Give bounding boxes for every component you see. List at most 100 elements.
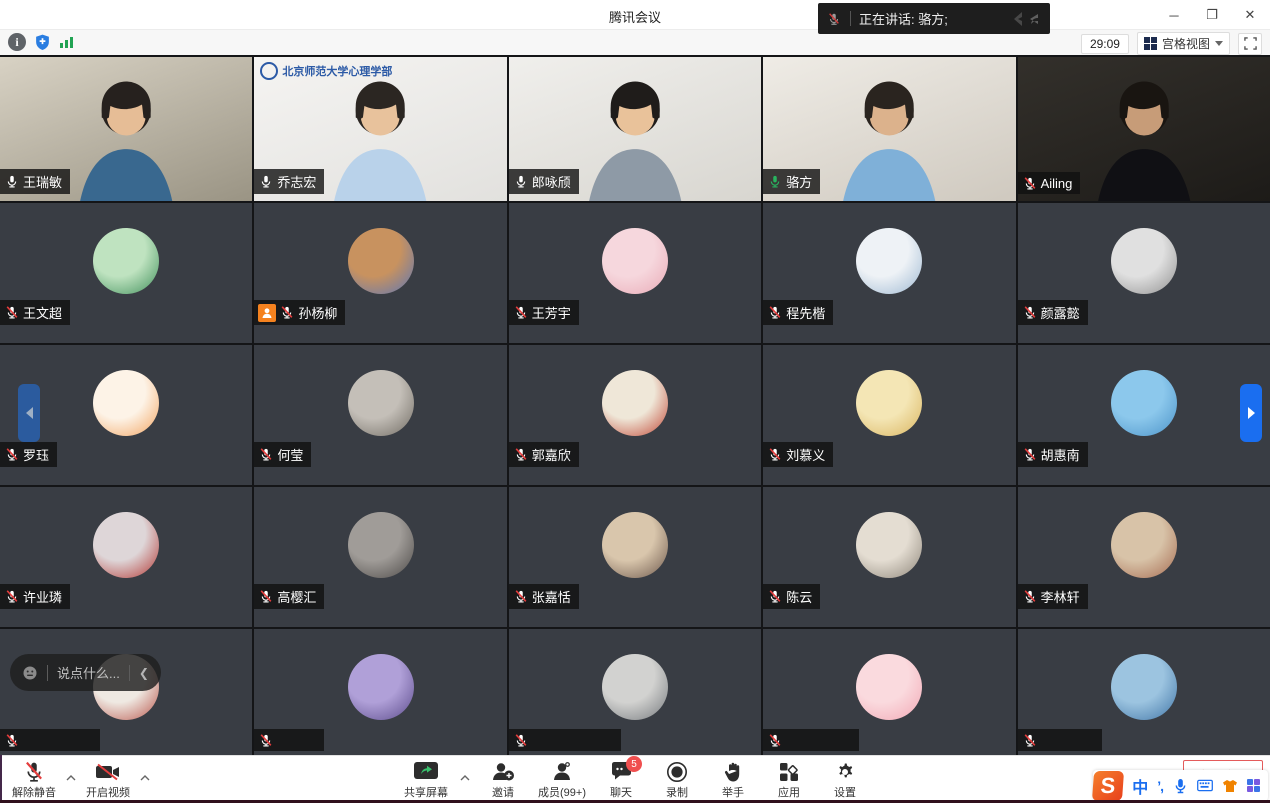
participant-name-label [509,729,621,751]
quick-chat-widget[interactable]: 说点什么... ❮ [10,654,161,691]
minimize-button[interactable]: ─ [1160,3,1188,27]
toolbar-button-label: 成员(99+) [538,784,586,800]
participant-tile[interactable] [509,629,761,769]
chat-widget-divider [47,665,48,681]
participant-tile[interactable]: 何莹 [254,345,506,485]
toolbar-button-chat[interactable]: 聊天5 [596,758,646,800]
soft-keyboard-icon[interactable] [1197,778,1213,794]
participant-name: 王文超 [23,303,62,322]
meeting-timer: 29:09 [1081,34,1129,54]
mic-status-icon [767,732,783,748]
participant-tile[interactable]: Ailing [1018,57,1270,201]
participant-tile[interactable]: 张嘉恬 [509,487,761,627]
participant-tile[interactable]: 北京师范大学心理学部乔志宏 [254,57,506,201]
participant-name: 颜露懿 [1041,303,1080,322]
chat-input[interactable]: 说点什么... [57,663,120,682]
mic-status-icon [4,174,20,190]
next-page-button[interactable] [1240,384,1262,442]
avatar [856,654,922,720]
titlebar: 腾讯会议 ─ ❐ ✕ [0,0,1270,30]
toolbar-button-settings[interactable]: 设置 [820,758,870,800]
participant-name: 郎咏颀 [532,172,571,191]
security-shield-icon[interactable] [34,32,51,52]
participant-tile[interactable]: 李林轩 [1018,487,1270,627]
view-mode-selector[interactable]: 宫格视图 [1137,32,1230,55]
avatar [1111,654,1177,720]
close-button[interactable]: ✕ [1236,3,1264,27]
chevron-up-icon[interactable] [64,766,78,788]
participant-tile[interactable]: 骆方 [763,57,1015,201]
chevron-up-icon[interactable] [138,766,152,788]
toolbar-button-raise-hand[interactable]: 举手 [708,758,758,800]
participant-tile[interactable]: 王文超 [0,203,252,343]
ime-punctuation-toggle[interactable]: ’, [1157,778,1163,794]
participant-tile[interactable]: 陈云 [763,487,1015,627]
record-icon [666,760,688,783]
participant-tile[interactable]: 孙杨柳 [254,203,506,343]
banner-nav-arrows-icon[interactable] [1008,10,1042,28]
share-screen-icon [413,760,439,783]
sogou-logo-icon[interactable]: S [1092,771,1124,801]
participant-name-label: 乔志宏 [254,169,324,194]
participant-tile[interactable]: 郭嘉欣 [509,345,761,485]
collapse-chat-icon[interactable]: ❮ [139,666,149,680]
participant-name-label: 刘慕义 [763,442,833,467]
participant-tile[interactable]: 许业璘 [0,487,252,627]
participant-tile[interactable] [763,629,1015,769]
toolbar-button-apps[interactable]: 应用 [764,758,814,800]
host-badge-icon [258,304,276,322]
ime-toolbox-icon[interactable] [1247,779,1260,792]
participant-tile[interactable]: 胡惠南 [1018,345,1270,485]
avatar [1111,512,1177,578]
participant-name: 王瑞敏 [23,172,62,191]
toolbar-button-members[interactable]: 成员(99+) [534,758,590,800]
toolbar-button-label: 开启视频 [86,784,130,800]
participant-tile[interactable]: 刘慕义 [763,345,1015,485]
mic-status-icon [258,589,274,605]
fullscreen-button[interactable] [1238,33,1262,55]
participant-tile[interactable] [0,629,252,769]
participant-tile[interactable]: 王瑞敏 [0,57,252,201]
toolbar-button-record[interactable]: 录制 [652,758,702,800]
mic-status-icon [513,174,529,190]
previous-page-button[interactable] [18,384,40,442]
participant-name-label: 许业璘 [0,584,70,609]
participant-tile[interactable] [254,629,506,769]
avatar [602,228,668,294]
emoji-icon[interactable] [22,665,38,681]
participant-tile[interactable]: 郎咏颀 [509,57,761,201]
toolbar-button-label: 共享屏幕 [404,784,448,800]
participant-name-label: 程先楷 [763,300,833,325]
chevron-right-icon [1248,407,1255,419]
status-right: 29:09 宫格视图 [1081,32,1262,55]
participant-name: 刘慕义 [786,445,825,464]
chevron-up-icon[interactable] [458,766,472,788]
participant-name: 张嘉恬 [532,587,571,606]
toolbar-button-camera-off[interactable]: 开启视频 [82,758,134,800]
mic-muted-icon [826,11,842,27]
participant-tile[interactable]: 高樱汇 [254,487,506,627]
participant-tile[interactable]: 程先楷 [763,203,1015,343]
ime-language-toggle[interactable]: 中 [1132,774,1148,798]
camera-off-icon [95,760,121,783]
meeting-info-icon[interactable]: i [8,33,26,51]
mic-status-icon [4,589,20,605]
participant-name: 乔志宏 [277,172,316,191]
participant-tile[interactable]: 颜露懿 [1018,203,1270,343]
raise-hand-icon [723,760,743,783]
participant-tile[interactable]: 王芳宇 [509,203,761,343]
toolbar-button-label: 举手 [722,784,744,800]
statusbar: i 29:09 宫格视图 [0,30,1270,55]
toolbar-button-invite[interactable]: 邀请 [478,758,528,800]
toolbar-button-share-screen[interactable]: 共享屏幕 [400,758,452,800]
participant-tile[interactable] [1018,629,1270,769]
mic-status-icon [767,174,783,190]
ime-skin-icon[interactable] [1222,778,1238,794]
restore-button[interactable]: ❐ [1198,3,1226,27]
participant-name: 王芳宇 [532,303,571,322]
voice-input-icon[interactable] [1172,778,1188,794]
toolbar-button-mic-muted[interactable]: 解除静音 [8,758,60,800]
mic-status-icon [258,732,274,748]
chevron-left-icon [26,407,33,419]
network-signal-icon[interactable] [59,32,75,52]
